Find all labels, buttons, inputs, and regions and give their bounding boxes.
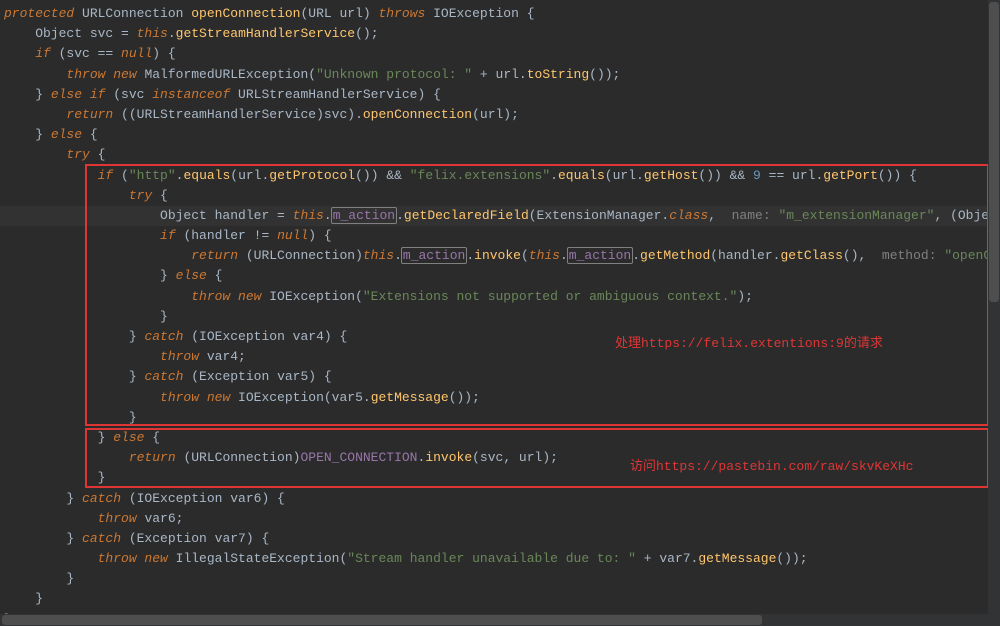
code-line: } catch (IOException var4) { (0, 327, 1000, 347)
code-line: throw new IOException("Extensions not su… (0, 287, 1000, 307)
code-line: if ("http".equals(url.getProtocol()) && … (0, 166, 1000, 186)
code-line-current: Object handler = this.m_action.getDeclar… (0, 206, 1000, 226)
code-line: if (svc == null) { (0, 44, 1000, 64)
code-area[interactable]: protected URLConnection openConnection(U… (0, 0, 1000, 626)
code-line: } (0, 408, 1000, 428)
usage-highlight: m_action (401, 247, 467, 264)
code-line: try { (0, 145, 1000, 165)
code-line: throw var6; (0, 509, 1000, 529)
scroll-thumb-horizontal[interactable] (2, 615, 762, 625)
code-line: throw new IllegalStateException("Stream … (0, 549, 1000, 569)
code-line: } else if (svc instanceof URLStreamHandl… (0, 85, 1000, 105)
code-editor[interactable]: protected URLConnection openConnection(U… (0, 0, 1000, 626)
code-line: return ((URLStreamHandlerService)svc).op… (0, 105, 1000, 125)
code-line: return (URLConnection)this.m_action.invo… (0, 246, 1000, 266)
code-line: if (handler != null) { (0, 226, 1000, 246)
code-line: } catch (Exception var7) { (0, 529, 1000, 549)
code-line: } (0, 468, 1000, 488)
code-line: protected URLConnection openConnection(U… (0, 4, 1000, 24)
code-line: return (URLConnection)OPEN_CONNECTION.in… (0, 448, 1000, 468)
code-line: try { (0, 186, 1000, 206)
code-line: } else { (0, 428, 1000, 448)
code-line: } (0, 589, 1000, 609)
usage-highlight: m_action (331, 207, 397, 224)
code-line: throw new MalformedURLException("Unknown… (0, 65, 1000, 85)
code-line: } (0, 307, 1000, 327)
code-line: } catch (IOException var6) { (0, 489, 1000, 509)
vertical-scrollbar[interactable] (988, 0, 1000, 626)
scroll-thumb-vertical[interactable] (989, 2, 999, 302)
horizontal-scrollbar[interactable] (0, 614, 988, 626)
code-line: throw var4; (0, 347, 1000, 367)
code-line: } else { (0, 266, 1000, 286)
code-line: } else { (0, 125, 1000, 145)
code-line: throw new IOException(var5.getMessage())… (0, 388, 1000, 408)
code-line: Object svc = this.getStreamHandlerServic… (0, 24, 1000, 44)
code-line: } catch (Exception var5) { (0, 367, 1000, 387)
usage-highlight: m_action (567, 247, 633, 264)
code-line: } (0, 569, 1000, 589)
